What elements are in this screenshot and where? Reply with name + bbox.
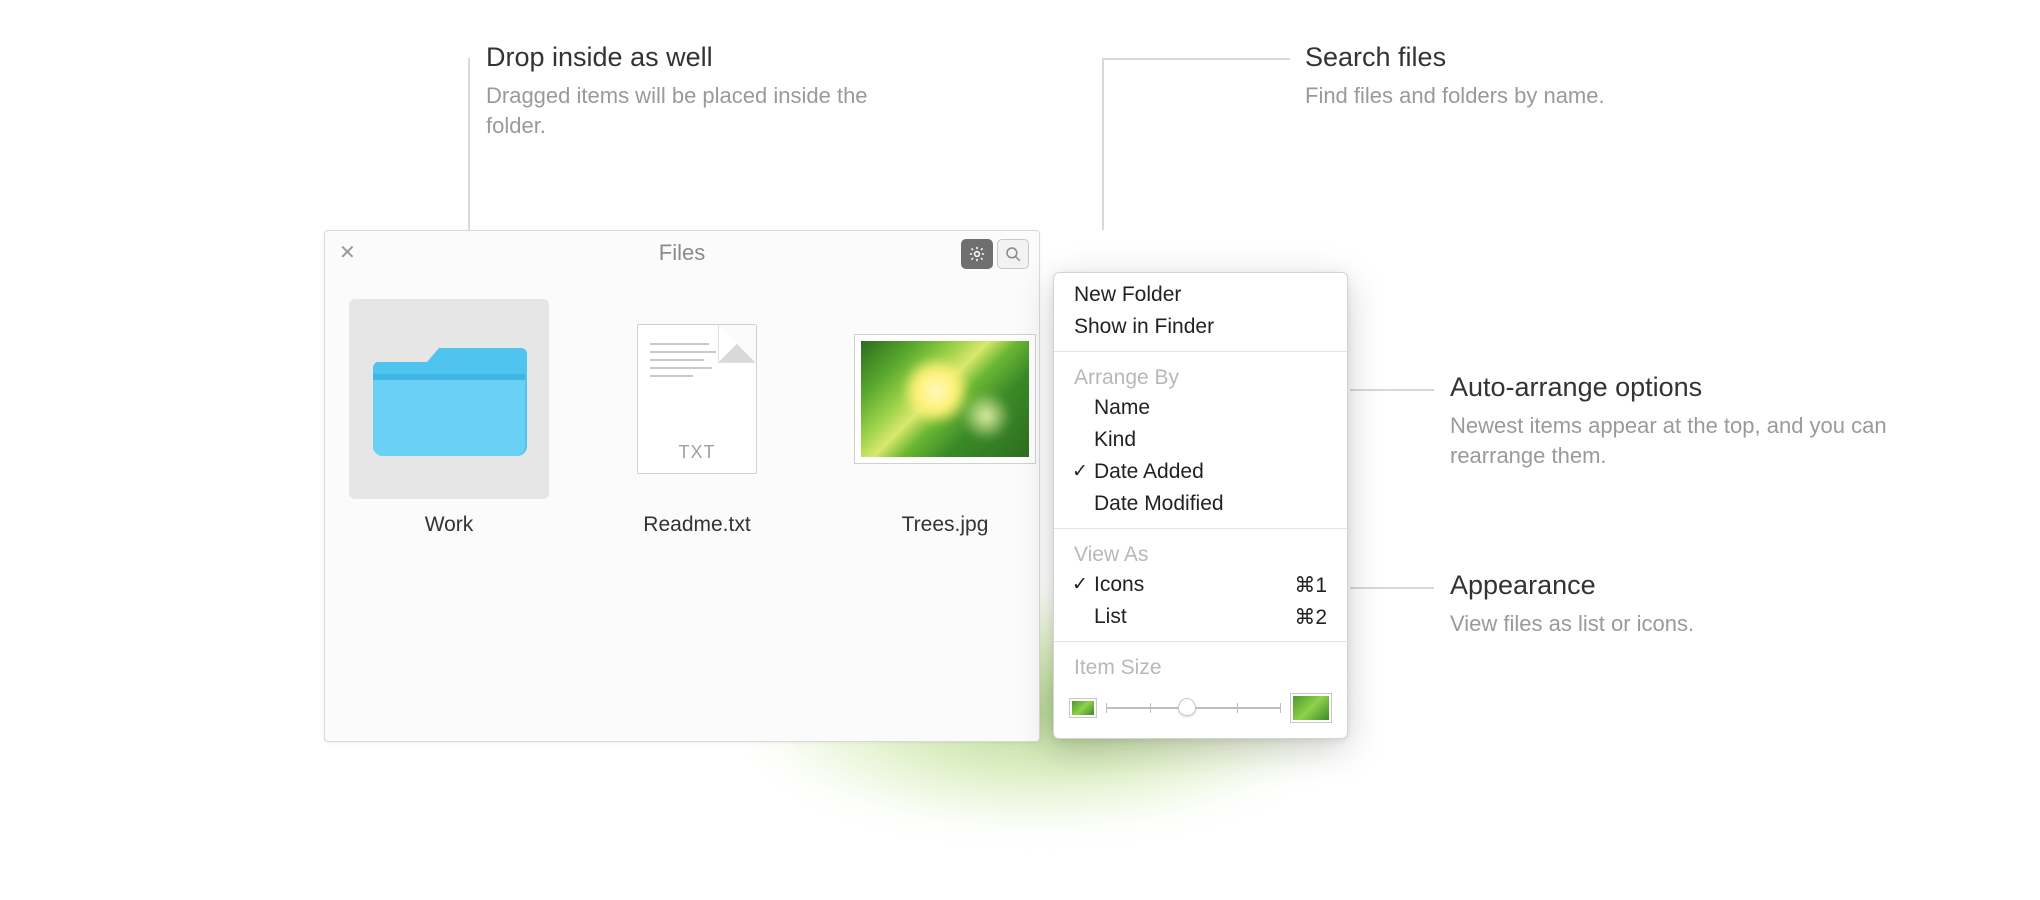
menu-item-label: Date Added [1094, 460, 1204, 483]
menu-item-show-in-finder[interactable]: Show in Finder [1054, 311, 1347, 343]
gear-icon [968, 245, 986, 263]
callout-title: Auto-arrange options [1450, 370, 1930, 405]
menu-item-label: Icons [1094, 573, 1144, 596]
search-icon [1004, 245, 1022, 263]
leader-line [1102, 58, 1290, 60]
menu-item-view-list[interactable]: List ⌘2 [1054, 601, 1347, 633]
menu-header-arrange-by: Arrange By [1054, 360, 1347, 392]
menu-separator [1054, 528, 1347, 529]
file-ext-label: TXT [638, 442, 756, 463]
file-item-text[interactable]: TXT Readme.txt [597, 299, 797, 537]
settings-menu: New Folder Show in Finder Arrange By Nam… [1053, 272, 1348, 739]
size-thumb-small-icon [1070, 699, 1096, 717]
callout-title: Drop inside as well [486, 40, 926, 75]
checkmark-icon: ✓ [1072, 460, 1088, 483]
leader-line [1350, 587, 1434, 589]
file-label: Work [425, 513, 474, 537]
menu-item-view-icons[interactable]: ✓ Icons ⌘1 [1054, 569, 1347, 601]
window-title: Files [659, 240, 705, 266]
keyboard-shortcut: ⌘1 [1294, 573, 1327, 598]
titlebar: ✕ Files [325, 231, 1039, 275]
menu-header-view-as: View As [1054, 537, 1347, 569]
menu-header-item-size: Item Size [1054, 650, 1347, 682]
callout-desc: Dragged items will be placed inside the … [486, 81, 926, 140]
menu-item-arrange-name[interactable]: Name [1054, 392, 1347, 424]
item-size-slider-row [1054, 682, 1347, 732]
image-thumbnail [845, 299, 1045, 499]
callout-title: Search files [1305, 40, 1745, 75]
leader-line [1350, 389, 1434, 391]
file-label: Readme.txt [643, 513, 750, 537]
keyboard-shortcut: ⌘2 [1294, 605, 1327, 630]
callout-drop-inside: Drop inside as well Dragged items will b… [486, 40, 926, 140]
files-window: ✕ Files [324, 230, 1040, 742]
checkmark-icon: ✓ [1072, 573, 1088, 596]
file-item-image[interactable]: Trees.jpg [845, 299, 1045, 537]
toolbar-right [961, 239, 1029, 269]
menu-separator [1054, 351, 1347, 352]
items-area: Work TXT [325, 275, 1039, 537]
folder-icon [349, 299, 549, 499]
leader-line [1102, 58, 1104, 230]
menu-item-arrange-date-modified[interactable]: Date Modified [1054, 488, 1347, 520]
search-button[interactable] [997, 239, 1029, 269]
callout-desc: Newest items appear at the top, and you … [1450, 411, 1930, 470]
file-item-folder[interactable]: Work [349, 299, 549, 537]
menu-item-label: List [1094, 605, 1127, 628]
slider-knob[interactable] [1178, 698, 1196, 716]
text-file-icon: TXT [597, 299, 797, 499]
menu-item-arrange-date-added[interactable]: ✓ Date Added [1054, 456, 1347, 488]
menu-separator [1054, 641, 1347, 642]
file-label: Trees.jpg [902, 513, 989, 537]
size-thumb-large-icon [1291, 694, 1331, 722]
close-button[interactable]: ✕ [339, 243, 356, 263]
callout-appearance: Appearance View files as list or icons. [1450, 568, 1890, 639]
callout-desc: Find files and folders by name. [1305, 81, 1745, 111]
settings-button[interactable] [961, 239, 993, 269]
callout-search-files: Search files Find files and folders by n… [1305, 40, 1745, 111]
item-size-slider[interactable] [1106, 707, 1281, 709]
callout-desc: View files as list or icons. [1450, 609, 1890, 639]
menu-item-arrange-kind[interactable]: Kind [1054, 424, 1347, 456]
callout-auto-arrange: Auto-arrange options Newest items appear… [1450, 370, 1930, 470]
callout-title: Appearance [1450, 568, 1890, 603]
menu-item-new-folder[interactable]: New Folder [1054, 279, 1347, 311]
